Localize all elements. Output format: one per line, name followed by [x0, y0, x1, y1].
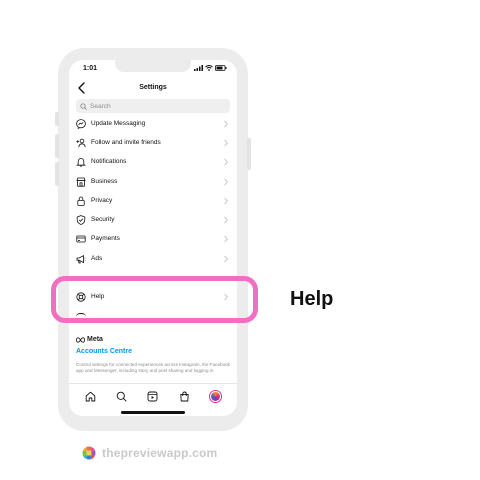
menu-label: Privacy [91, 197, 113, 204]
chevron-right-icon [224, 120, 229, 128]
wifi-icon [205, 65, 213, 71]
menu-label: Ads [91, 255, 103, 262]
menu-item-privacy[interactable]: Privacy [69, 192, 237, 211]
store-icon [76, 177, 86, 187]
menu-item-security[interactable]: Security [69, 211, 237, 230]
megaphone-icon [76, 254, 86, 264]
chevron-right-icon [224, 235, 229, 243]
menu-label: Update Messaging [91, 120, 146, 127]
accounts-centre-link[interactable]: Accounts Centre [76, 348, 132, 355]
menu-label: Notifications [91, 158, 127, 165]
meta-logo: Meta [76, 336, 103, 343]
meta-infinity-icon [76, 336, 85, 343]
nav-bar: Settings [69, 78, 237, 98]
menu-item-business[interactable]: Business [69, 173, 237, 192]
menu-label: Payments [91, 235, 120, 242]
status-icons [194, 65, 227, 71]
search-placeholder: Search [90, 102, 111, 110]
home-icon[interactable] [85, 391, 96, 402]
phone-side-button [247, 138, 251, 170]
chevron-right-icon [224, 197, 229, 205]
chevron-right-icon [224, 158, 229, 166]
status-bar: 1:01 [69, 60, 237, 78]
menu-label: Business [91, 178, 118, 185]
menu-label: Follow and invite friends [91, 139, 161, 146]
highlight-box [51, 276, 258, 323]
chevron-right-icon [224, 216, 229, 224]
accounts-centre-description: Control settings for connected experienc… [76, 362, 230, 373]
messenger-icon [76, 119, 86, 129]
shield-icon [76, 215, 86, 225]
bell-icon [76, 157, 86, 167]
meta-brand-text: Meta [87, 336, 103, 343]
menu-item-update-messaging[interactable]: Update Messaging [69, 115, 237, 134]
search-input[interactable]: Search [76, 99, 230, 113]
reels-icon[interactable] [147, 391, 158, 402]
notch [115, 60, 191, 72]
menu-item-notifications[interactable]: Notifications [69, 153, 237, 172]
lock-icon [77, 196, 85, 206]
menu-label: Security [91, 216, 115, 223]
home-indicator [121, 411, 185, 414]
status-time: 1:01 [83, 65, 98, 72]
add-person-icon [76, 138, 86, 148]
page-title: Settings [139, 84, 167, 91]
card-icon [76, 235, 86, 243]
callout-label: Help [290, 288, 334, 310]
phone-side-button [55, 134, 59, 158]
search-icon [80, 102, 87, 110]
phone-side-button [55, 162, 59, 186]
chevron-right-icon [224, 178, 229, 186]
profile-avatar-icon[interactable] [209, 390, 221, 402]
battery-icon [215, 65, 227, 71]
brand-text: thepreviewapp.com [102, 446, 218, 460]
thepreviewapp-logo-icon [82, 446, 96, 460]
phone-screen: 1:01 Settings Search Update Messaging Fo… [69, 60, 237, 416]
signal-icon [194, 65, 203, 71]
menu-item-payments[interactable]: Payments [69, 230, 237, 249]
menu-item-ads[interactable]: Ads [69, 250, 237, 269]
phone-side-button [55, 112, 59, 126]
chevron-right-icon [224, 255, 229, 263]
bottom-tab-bar [69, 383, 237, 408]
search-tab-icon[interactable] [116, 391, 127, 402]
chevron-right-icon [224, 139, 229, 147]
shop-bag-icon[interactable] [179, 391, 190, 402]
brand-footer: thepreviewapp.com [82, 446, 217, 460]
menu-item-follow-invite[interactable]: Follow and invite friends [69, 134, 237, 153]
